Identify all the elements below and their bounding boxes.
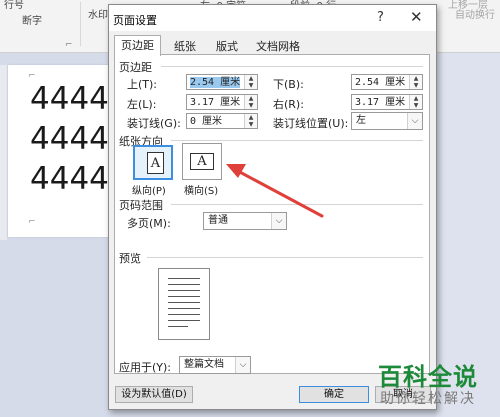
chevron-down-icon[interactable]: ⌵ (235, 357, 250, 373)
bottom-margin-value: 2.54 厘米 (355, 77, 406, 88)
dialog-tabs: 页边距 纸张 版式 文档网格 (114, 35, 431, 56)
page-setup-dialog: 页面设置 ? ✕ 页边距 纸张 版式 文档网格 页边距 上(T): 2.54 厘… (108, 4, 437, 410)
margins-section-title: 页边距 (119, 61, 152, 74)
top-margin-value: 2.54 厘米 (190, 77, 241, 88)
right-margin-label: 右(R): (273, 98, 304, 111)
left-margin-field[interactable]: 3.17 厘米 ▲ ▼ (186, 94, 258, 110)
tab-margins[interactable]: 页边距 (114, 35, 161, 56)
section-divider (161, 66, 423, 67)
ok-button[interactable]: 确定 (299, 386, 369, 403)
portrait-page-icon: A (147, 152, 164, 174)
section-divider (171, 204, 423, 205)
gutter-value: 0 厘米 (190, 116, 223, 127)
right-margin-value: 3.17 厘米 (355, 97, 406, 108)
ribbon-separator (80, 2, 81, 46)
spinner-arrows-icon[interactable]: ▲ ▼ (244, 75, 257, 89)
left-margin-value: 3.17 厘米 (190, 97, 241, 108)
watermark-brand: 百科全说 (378, 363, 478, 391)
ribbon-line-numbers[interactable]: 行号 (4, 0, 24, 11)
document-line[interactable]: 44444 (30, 161, 110, 197)
spinner-arrows-icon[interactable]: ▲ ▼ (409, 75, 422, 89)
apply-to-value: 整篇文档 (184, 359, 224, 370)
gutter-field[interactable]: 0 厘米 ▲ ▼ (186, 113, 258, 129)
left-margin-label: 左(L): (127, 98, 157, 111)
gutter-position-label: 装订线位置(U): (273, 117, 349, 130)
ribbon-hyphenation[interactable]: 断字 (22, 12, 42, 27)
margins-panel: 页边距 上(T): 2.54 厘米 ▲ ▼ 下(B): 2.54 厘米 ▲ ▼ 左(… (114, 54, 430, 374)
ribbon-watermark[interactable]: 水印 (88, 6, 108, 21)
spinner-arrows-icon[interactable]: ▲ ▼ (244, 95, 257, 109)
gutter-label: 装订线(G): (127, 117, 181, 130)
preview-section-title: 预览 (119, 252, 141, 265)
pages-section-title: 页码范围 (119, 199, 163, 212)
ribbon-launcher-icon[interactable]: ⌐ (65, 40, 73, 50)
multiple-pages-label: 多页(M): (127, 217, 171, 230)
set-as-default-button[interactable]: 设为默认值(D) (115, 386, 193, 403)
margin-mark-top: ⌐ (28, 71, 36, 81)
landscape-page-icon: A (190, 153, 214, 170)
bottom-margin-label: 下(B): (273, 78, 304, 91)
multiple-pages-value: 普通 (208, 215, 228, 226)
dialog-title: 页面设置 (113, 14, 157, 27)
dialog-titlebar[interactable]: 页面设置 ? ✕ (109, 5, 436, 31)
top-margin-field[interactable]: 2.54 厘米 ▲ ▼ (186, 74, 258, 90)
chevron-down-icon[interactable]: ⌵ (271, 213, 286, 229)
portrait-button[interactable]: A (133, 145, 173, 180)
multiple-pages-select[interactable]: 普通 ⌵ (203, 212, 287, 230)
page-preview (158, 268, 210, 340)
margin-mark-bottom: ⌐ (28, 217, 36, 227)
document-line[interactable]: 44444 (30, 81, 110, 117)
close-button[interactable]: ✕ (410, 8, 423, 26)
chevron-down-icon[interactable]: ⌵ (407, 113, 422, 129)
top-margin-label: 上(T): (127, 78, 158, 91)
section-divider (147, 257, 423, 258)
right-margin-field[interactable]: 3.17 厘米 ▲ ▼ (351, 94, 423, 110)
apply-to-select[interactable]: 整篇文档 ⌵ (179, 356, 251, 374)
help-button[interactable]: ? (377, 10, 384, 25)
apply-to-label: 应用于(Y): (119, 361, 172, 374)
landscape-label: 横向(S) (184, 186, 219, 197)
section-divider (171, 140, 423, 141)
watermark-tagline: 助你轻松解决 (380, 391, 476, 407)
tab-layout[interactable]: 版式 (210, 37, 244, 54)
vertical-ruler (0, 65, 7, 240)
spinner-arrows-icon[interactable]: ▲ ▼ (409, 95, 422, 109)
spinner-arrows-icon[interactable]: ▲ ▼ (244, 114, 257, 128)
tab-paper[interactable]: 纸张 (168, 37, 202, 54)
portrait-label: 纵向(P) (132, 186, 166, 197)
tab-document-grid[interactable]: 文档网格 (250, 37, 306, 54)
ribbon-bring-forward[interactable]: 上移一层 (448, 0, 488, 11)
document-line[interactable]: 44444 (30, 121, 110, 157)
bottom-margin-field[interactable]: 2.54 厘米 ▲ ▼ (351, 74, 423, 90)
document-page[interactable]: ⌐ 44444 44444 44444 ⌐ (8, 65, 110, 237)
gutter-position-select[interactable]: 左 ⌵ (351, 112, 423, 130)
gutter-position-value: 左 (356, 115, 366, 126)
landscape-button[interactable]: A (182, 143, 222, 180)
